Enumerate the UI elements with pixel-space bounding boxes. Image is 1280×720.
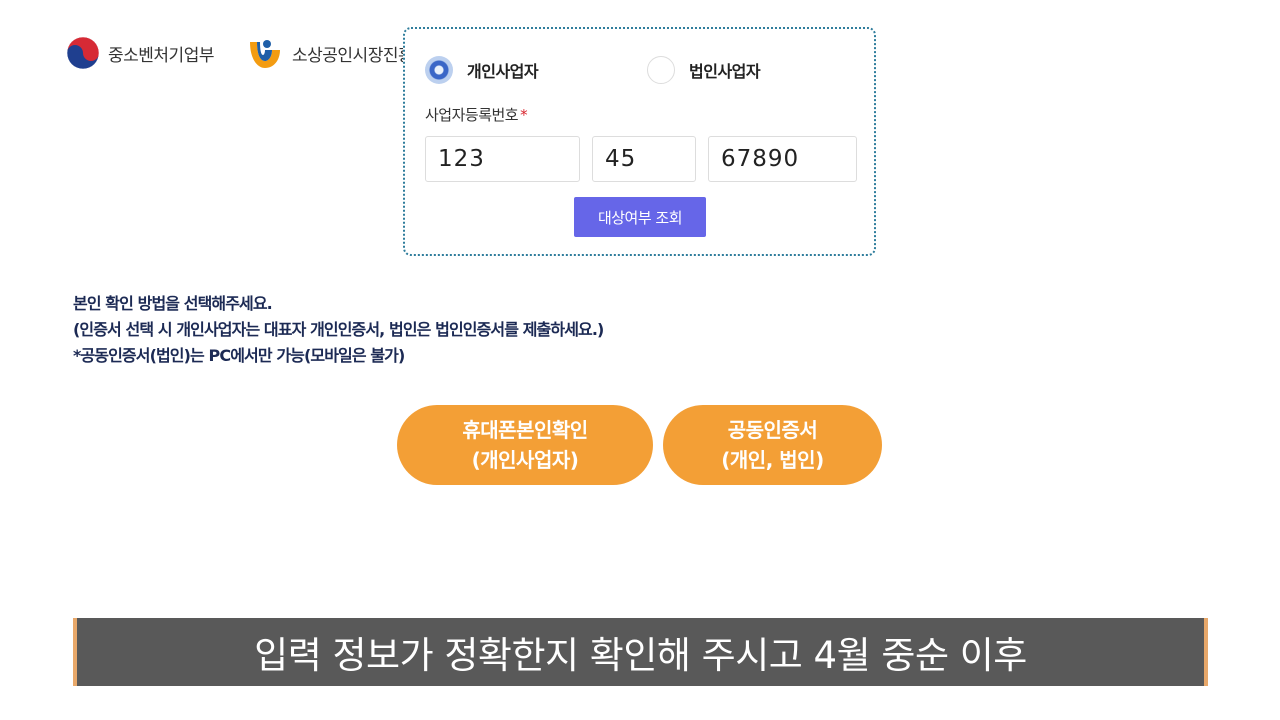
radio-corporate-business[interactable]: 법인사업자 [647,56,761,84]
identity-verification-instructions: 본인 확인 방법을 선택해주세요. (인증서 선택 시 개인사업자는 대표자 개… [73,291,604,369]
joint-certificate-title: 공동인증서 [727,418,818,442]
business-number-part3-input[interactable] [708,136,857,182]
business-number-label-text: 사업자등록번호 [425,106,519,124]
business-number-part1-input[interactable] [425,136,580,182]
video-subtitle-bar: 입력 정보가 정확한지 확인해 주시고 4월 중순 이후 [73,618,1208,686]
joint-certificate-subtitle: (개인, 법인) [721,448,824,472]
phone-verification-subtitle: (개인사업자) [471,448,579,472]
business-number-label: 사업자등록번호 * [425,104,528,125]
required-mark: * [520,106,528,124]
instruction-line: *공동인증서(법인)는 PC에서만 가능(모바일은 불가) [73,346,405,365]
radio-checked-icon[interactable] [425,56,453,84]
instruction-line: 본인 확인 방법을 선택해주세요. [73,294,273,313]
mss-logo-text: 중소벤처기업부 [108,45,214,66]
radio-unchecked-icon[interactable] [647,56,675,84]
business-number-part2-input[interactable] [592,136,696,182]
radio-individual-business[interactable]: 개인사업자 [425,56,539,84]
taegeuk-emblem-icon [66,36,100,70]
mss-logo: 중소벤처기업부 [66,36,214,70]
radio-individual-label: 개인사업자 [467,62,539,81]
business-type-radio-group: 개인사업자 법인사업자 [405,56,874,88]
check-eligibility-button[interactable]: 대상여부 조회 [574,197,706,237]
radio-corporate-label: 법인사업자 [689,62,761,81]
phone-verification-title: 휴대폰본인확인 [462,418,588,442]
business-verification-card: 개인사업자 법인사업자 사업자등록번호* 대상여부 조회 [403,27,876,256]
instruction-line: (인증서 선택 시 개인사업자는 대표자 개인인증서, 법인은 법인인증서를 제… [73,320,604,339]
joint-certificate-button[interactable]: 공동인증서 (개인, 법인) [663,405,882,485]
subtitle-text: 입력 정보가 정확한지 확인해 주시고 4월 중순 이후 [254,634,1027,677]
phone-verification-button[interactable]: 휴대폰본인확인 (개인사업자) [397,405,653,485]
semas-emblem-icon [250,40,280,68]
